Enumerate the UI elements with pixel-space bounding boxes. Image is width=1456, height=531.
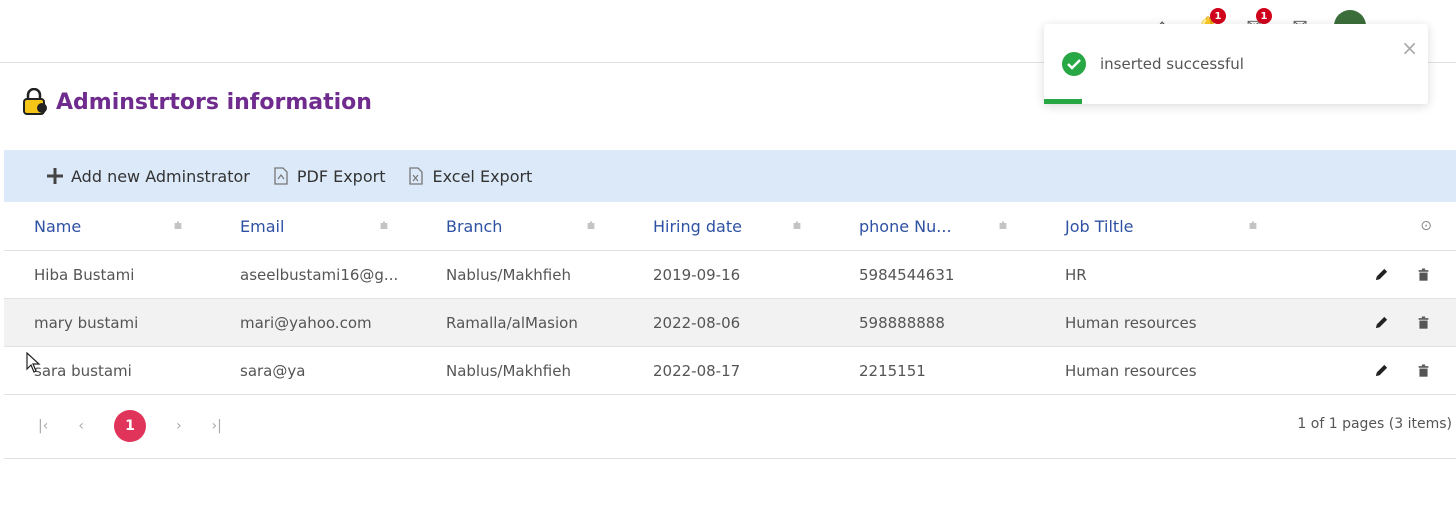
cell-email: sara@ya bbox=[240, 361, 306, 380]
edit-icon[interactable] bbox=[1372, 362, 1390, 380]
cell-email: mari@yahoo.com bbox=[240, 313, 372, 332]
column-header-phone[interactable]: phone Nu... ⩧ bbox=[829, 217, 1035, 236]
close-icon[interactable]: × bbox=[1401, 36, 1418, 60]
excel-icon bbox=[409, 167, 424, 185]
cell-phone: 598888888 bbox=[859, 313, 945, 332]
delete-icon[interactable] bbox=[1414, 266, 1432, 284]
success-toast: inserted successful × bbox=[1044, 24, 1428, 104]
cell-branch: Nablus/Makhfieh bbox=[446, 265, 571, 284]
filter-icon[interactable]: ⩧ bbox=[587, 218, 595, 234]
cell-name: mary bustami bbox=[34, 313, 139, 332]
column-chooser-icon[interactable]: ⊙ bbox=[1420, 218, 1432, 234]
column-header-label: Hiring date bbox=[653, 216, 742, 236]
add-admin-button[interactable]: Add new Adminstrator bbox=[46, 167, 250, 186]
cell-phone: 2215151 bbox=[859, 361, 926, 380]
add-admin-label: Add new Adminstrator bbox=[71, 166, 250, 186]
filter-icon[interactable]: ⩧ bbox=[174, 218, 182, 234]
next-page-icon[interactable]: › bbox=[176, 418, 182, 434]
cell-job-title: Human resources bbox=[1065, 313, 1197, 332]
pdf-export-label: PDF Export bbox=[296, 166, 386, 186]
grid-pager: |‹ ‹ 1 › ›| 1 of 1 pages (3 items) bbox=[4, 394, 1456, 459]
pager-info: 1 of 1 pages (3 items) bbox=[1297, 416, 1452, 432]
filter-icon[interactable]: ⩧ bbox=[1249, 218, 1257, 234]
column-header-label: Branch bbox=[446, 216, 503, 236]
content-area: Adminstrtors information Add new Adminst… bbox=[4, 64, 1456, 459]
delete-icon[interactable] bbox=[1414, 362, 1432, 380]
excel-export-button[interactable]: Excel Export bbox=[407, 167, 532, 186]
column-header-name[interactable]: Name ⩧ bbox=[4, 217, 210, 236]
table-row[interactable]: Hiba Bustami aseelbustami16@g... Nablus/… bbox=[4, 251, 1456, 299]
edit-icon[interactable] bbox=[1372, 314, 1390, 332]
table-row[interactable]: sara bustami sara@ya Nablus/Makhfieh 202… bbox=[4, 347, 1456, 395]
cell-phone: 5984544631 bbox=[859, 265, 955, 284]
prev-page-icon[interactable]: ‹ bbox=[78, 418, 84, 434]
toast-message: inserted successful bbox=[1100, 55, 1244, 73]
cell-email: aseelbustami16@g... bbox=[240, 265, 399, 284]
cell-hiring-date: 2022-08-17 bbox=[653, 361, 741, 380]
admin-lock-icon bbox=[23, 88, 47, 115]
edit-icon[interactable] bbox=[1372, 266, 1390, 284]
filter-icon[interactable]: ⩧ bbox=[999, 218, 1007, 234]
first-page-icon[interactable]: |‹ bbox=[38, 418, 48, 434]
pager-nav: |‹ ‹ 1 › ›| bbox=[4, 410, 222, 442]
table-row[interactable]: mary bustami mari@yahoo.com Ramalla/alMa… bbox=[4, 299, 1456, 347]
cell-name: Hiba Bustami bbox=[34, 265, 135, 284]
row-actions bbox=[1315, 266, 1456, 284]
grid-header: Name ⩧ Email ⩧ Branch ⩧ Hiring date ⩧ ph… bbox=[4, 202, 1456, 251]
delete-icon[interactable] bbox=[1414, 314, 1432, 332]
cell-job-title: HR bbox=[1065, 265, 1087, 284]
check-circle-icon bbox=[1062, 52, 1086, 76]
column-header-job-title[interactable]: Job Tiltle ⩧ bbox=[1035, 217, 1315, 236]
filter-icon[interactable]: ⩧ bbox=[380, 218, 388, 234]
column-header-label: Name bbox=[34, 216, 82, 236]
column-header-label: phone Nu... bbox=[859, 216, 952, 236]
admins-grid: Name ⩧ Email ⩧ Branch ⩧ Hiring date ⩧ ph… bbox=[4, 202, 1456, 395]
page-heading: Adminstrtors information bbox=[20, 88, 372, 116]
cell-hiring-date: 2022-08-06 bbox=[653, 313, 741, 332]
mouse-cursor-icon bbox=[26, 352, 41, 373]
excel-export-label: Excel Export bbox=[432, 166, 533, 186]
pdf-icon bbox=[274, 167, 288, 185]
filter-icon[interactable]: ⩧ bbox=[793, 218, 801, 234]
cell-job-title: Human resources bbox=[1065, 361, 1197, 380]
page-number-button[interactable]: 1 bbox=[113, 410, 146, 442]
row-actions bbox=[1315, 314, 1456, 332]
cell-branch: Nablus/Makhfieh bbox=[446, 361, 571, 380]
add-icon bbox=[47, 168, 63, 184]
column-chooser[interactable]: ⊙ bbox=[1315, 218, 1456, 234]
column-header-hiring-date[interactable]: Hiring date ⩧ bbox=[623, 217, 829, 236]
page-title: Adminstrtors information bbox=[56, 89, 372, 115]
row-actions bbox=[1315, 362, 1456, 380]
column-header-label: Email bbox=[240, 216, 285, 236]
messages-badge: 1 bbox=[1256, 8, 1272, 24]
column-header-label: Job Tiltle bbox=[1065, 216, 1134, 236]
pdf-export-button[interactable]: PDF Export bbox=[272, 166, 386, 186]
column-header-branch[interactable]: Branch ⩧ bbox=[416, 217, 623, 236]
cell-branch: Ramalla/alMasion bbox=[446, 313, 578, 332]
toast-progress-bar bbox=[1044, 99, 1083, 104]
column-header-email[interactable]: Email ⩧ bbox=[210, 217, 416, 236]
grid-toolbar: Add new Adminstrator PDF Export Excel Ex… bbox=[4, 150, 1456, 202]
cell-hiring-date: 2019-09-16 bbox=[653, 265, 741, 284]
notification-badge: 1 bbox=[1210, 8, 1226, 24]
last-page-icon[interactable]: ›| bbox=[212, 418, 222, 434]
